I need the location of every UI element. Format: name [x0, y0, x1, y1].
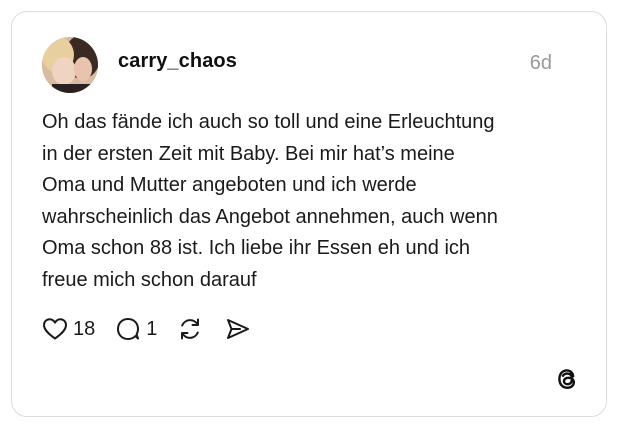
like-count: 18 [73, 317, 96, 340]
share-button[interactable] [225, 317, 251, 341]
share-icon [225, 317, 251, 341]
post-actions: 18 1 [42, 314, 251, 344]
username[interactable]: carry_chaos [118, 50, 237, 73]
repost-icon [177, 316, 203, 342]
comment-icon [115, 317, 141, 341]
reply-count: 1 [146, 317, 158, 340]
repost-button[interactable] [177, 316, 203, 342]
post-text-line: wahrscheinlich das Angebot annehmen, auc… [42, 205, 498, 228]
avatar-photo [42, 37, 98, 93]
post-text-line: in der ersten Zeit mit Baby. Bei mir hat… [42, 142, 455, 165]
avatar[interactable] [42, 37, 98, 93]
post-timestamp: 6d [529, 52, 552, 74]
reply-button[interactable]: 1 [115, 317, 157, 341]
post-text-line: Oma und Mutter angeboten und ich werde [42, 174, 417, 196]
like-button[interactable]: 18 [42, 317, 95, 341]
threads-logo-icon [552, 364, 582, 394]
post-text: Oh das fände ich auch so toll und eine E… [42, 107, 582, 296]
post-text-line: freue mich schon darauf [42, 268, 257, 291]
heart-icon [42, 317, 68, 341]
post-text-line: Oma schon 88 ist. Ich liebe ihr Essen eh… [42, 237, 471, 259]
post-text-line: Oh das fände ich auch so toll und eine E… [42, 111, 495, 133]
post-card: carry_chaos 6d Oh das fände ich auch so … [11, 11, 607, 417]
